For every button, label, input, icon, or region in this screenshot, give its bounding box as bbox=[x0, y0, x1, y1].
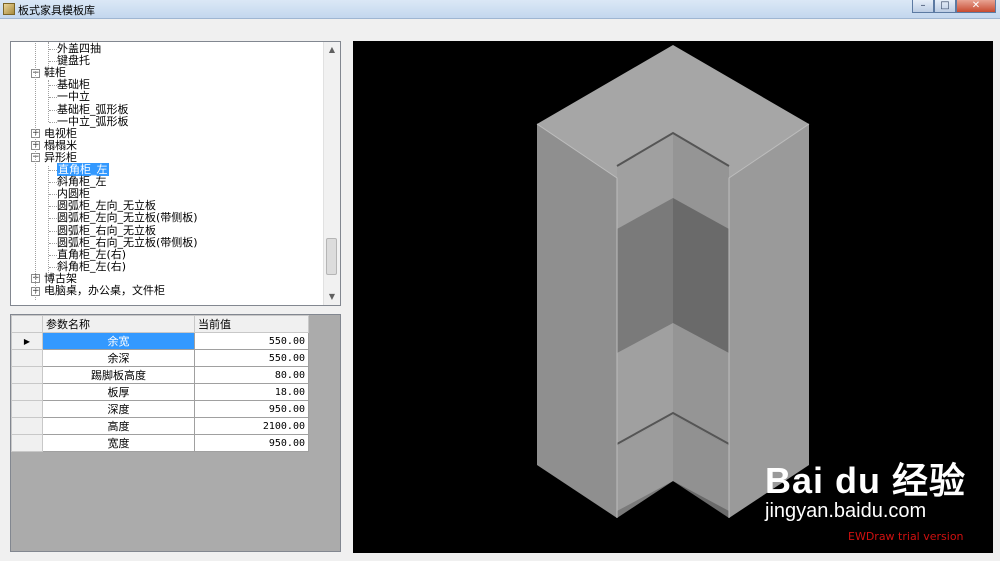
tree-connector bbox=[49, 85, 57, 87]
template-tree[interactable]: ▲ ▼ 外盖四抽 键盘托 − 鞋柜 基础柜 一中立 基础柜_弧形板 一中立_弧形板 + 电视柜 + 榻… bbox=[10, 41, 341, 306]
row-header[interactable] bbox=[11, 366, 43, 384]
maximize-button[interactable]: □ bbox=[934, 0, 956, 13]
row-header[interactable] bbox=[11, 349, 43, 367]
grid-header-row: 参数名称 当前值 bbox=[11, 315, 309, 333]
tree-item-label: 斜角柜_左(右) bbox=[57, 259, 127, 273]
tree-connector bbox=[49, 266, 57, 268]
param-value-cell[interactable]: 2100.00 bbox=[194, 417, 309, 435]
parameter-grid: 参数名称 当前值 ▶ 余宽 550.00 余深 550.00 踢脚板高度 80.00 板厚 18… bbox=[10, 314, 341, 552]
tree-item-label: 圆弧柜_右向_无立板(带侧板) bbox=[57, 235, 198, 249]
tree-item-label: 异形柜 bbox=[44, 150, 77, 164]
tree-item[interactable]: 电脑桌，办公桌，文件柜 bbox=[44, 285, 165, 297]
tree-connector bbox=[49, 61, 57, 63]
tree-guide-line bbox=[35, 43, 36, 300]
row-header[interactable] bbox=[11, 417, 43, 435]
param-name-cell[interactable]: 板厚 bbox=[42, 383, 195, 401]
param-name-cell[interactable]: 余宽 bbox=[42, 332, 195, 350]
tree-connector bbox=[49, 170, 57, 171]
app-icon bbox=[3, 3, 15, 15]
tree-item-label: 直角柜_左(右) bbox=[57, 247, 127, 261]
row-header-corner bbox=[11, 315, 43, 333]
cabinet-left-side bbox=[537, 124, 617, 518]
tree-guide-line bbox=[48, 166, 49, 277]
scroll-up-arrow-icon[interactable]: ▲ bbox=[324, 42, 340, 58]
grid-row[interactable]: 深度 950.00 bbox=[11, 400, 309, 418]
column-header-value[interactable]: 当前值 bbox=[194, 315, 309, 333]
parameter-table: 参数名称 当前值 ▶ 余宽 550.00 余深 550.00 踢脚板高度 80.00 板厚 18… bbox=[11, 315, 309, 452]
trial-watermark: EWDraw trial version bbox=[848, 530, 964, 543]
tree-connector bbox=[49, 121, 57, 123]
column-header-name[interactable]: 参数名称 bbox=[42, 315, 195, 333]
title-bar: 板式家具模板库 – □ ✕ bbox=[0, 0, 1000, 19]
param-name-cell[interactable]: 深度 bbox=[42, 400, 195, 418]
tree-connector bbox=[49, 49, 57, 50]
tree-item-label: 直角柜_左 bbox=[57, 163, 109, 176]
param-value-cell[interactable]: 950.00 bbox=[194, 434, 309, 452]
tree-item-label: 榻榻米 bbox=[44, 138, 77, 152]
window-title: 板式家具模板库 bbox=[18, 4, 95, 17]
param-value-cell[interactable]: 550.00 bbox=[194, 332, 309, 350]
tree-item-label: 一中立_弧形板 bbox=[57, 114, 129, 128]
tree-connector bbox=[49, 109, 57, 111]
window-controls: – □ ✕ bbox=[912, 0, 996, 14]
row-header[interactable] bbox=[11, 383, 43, 401]
grid-row[interactable]: 宽度 950.00 bbox=[11, 434, 309, 452]
tree-connector bbox=[49, 97, 57, 99]
param-name-cell[interactable]: 高度 bbox=[42, 417, 195, 435]
minimize-button[interactable]: – bbox=[912, 0, 934, 13]
tree-connector bbox=[49, 206, 57, 208]
grid-row[interactable]: 板厚 18.00 bbox=[11, 383, 309, 401]
grid-row[interactable]: ▶ 余宽 550.00 bbox=[11, 332, 309, 350]
baidu-logo: Bai du 经验 bbox=[765, 460, 967, 501]
baidu-jingyan-watermark: Bai du 经验 jingyan.baidu.com bbox=[765, 452, 966, 523]
param-name-cell[interactable]: 宽度 bbox=[42, 434, 195, 452]
tree-connector bbox=[49, 194, 57, 196]
scroll-thumb[interactable] bbox=[326, 238, 337, 275]
tree-item-label: 一中立 bbox=[57, 90, 90, 104]
tree-item-label: 电脑桌，办公桌，文件柜 bbox=[44, 284, 165, 297]
tree-connector bbox=[49, 182, 57, 184]
tree-guide-line bbox=[48, 42, 49, 72]
tree-item-label: 电视柜 bbox=[44, 126, 77, 140]
tree-item-label: 圆弧柜_左向_无立板(带侧板) bbox=[57, 211, 198, 225]
param-value-cell[interactable]: 80.00 bbox=[194, 366, 309, 384]
tree-item-label: 基础柜_弧形板 bbox=[57, 102, 129, 116]
scroll-down-arrow-icon[interactable]: ▼ bbox=[324, 289, 340, 305]
param-value-cell[interactable]: 950.00 bbox=[194, 400, 309, 418]
tree-scrollbar[interactable]: ▲ ▼ bbox=[323, 42, 340, 305]
tree-connector bbox=[49, 254, 57, 256]
tree-connector bbox=[49, 242, 57, 244]
param-name-cell[interactable]: 踢脚板高度 bbox=[42, 366, 195, 384]
grid-row[interactable]: 余深 550.00 bbox=[11, 349, 309, 367]
row-header[interactable]: ▶ bbox=[11, 332, 43, 350]
row-header[interactable] bbox=[11, 434, 43, 452]
param-value-cell[interactable]: 550.00 bbox=[194, 349, 309, 367]
tree-guide-line bbox=[48, 80, 49, 122]
tree-item-label: 圆弧柜_右向_无立板 bbox=[57, 223, 156, 237]
param-name-cell[interactable]: 余深 bbox=[42, 349, 195, 367]
grid-row[interactable]: 高度 2100.00 bbox=[11, 417, 309, 435]
close-button[interactable]: ✕ bbox=[956, 0, 996, 13]
row-header[interactable] bbox=[11, 400, 43, 418]
tree-connector bbox=[49, 230, 57, 232]
param-value-cell[interactable]: 18.00 bbox=[194, 383, 309, 401]
tree-connector bbox=[49, 218, 57, 220]
grid-row[interactable]: 踢脚板高度 80.00 bbox=[11, 366, 309, 384]
